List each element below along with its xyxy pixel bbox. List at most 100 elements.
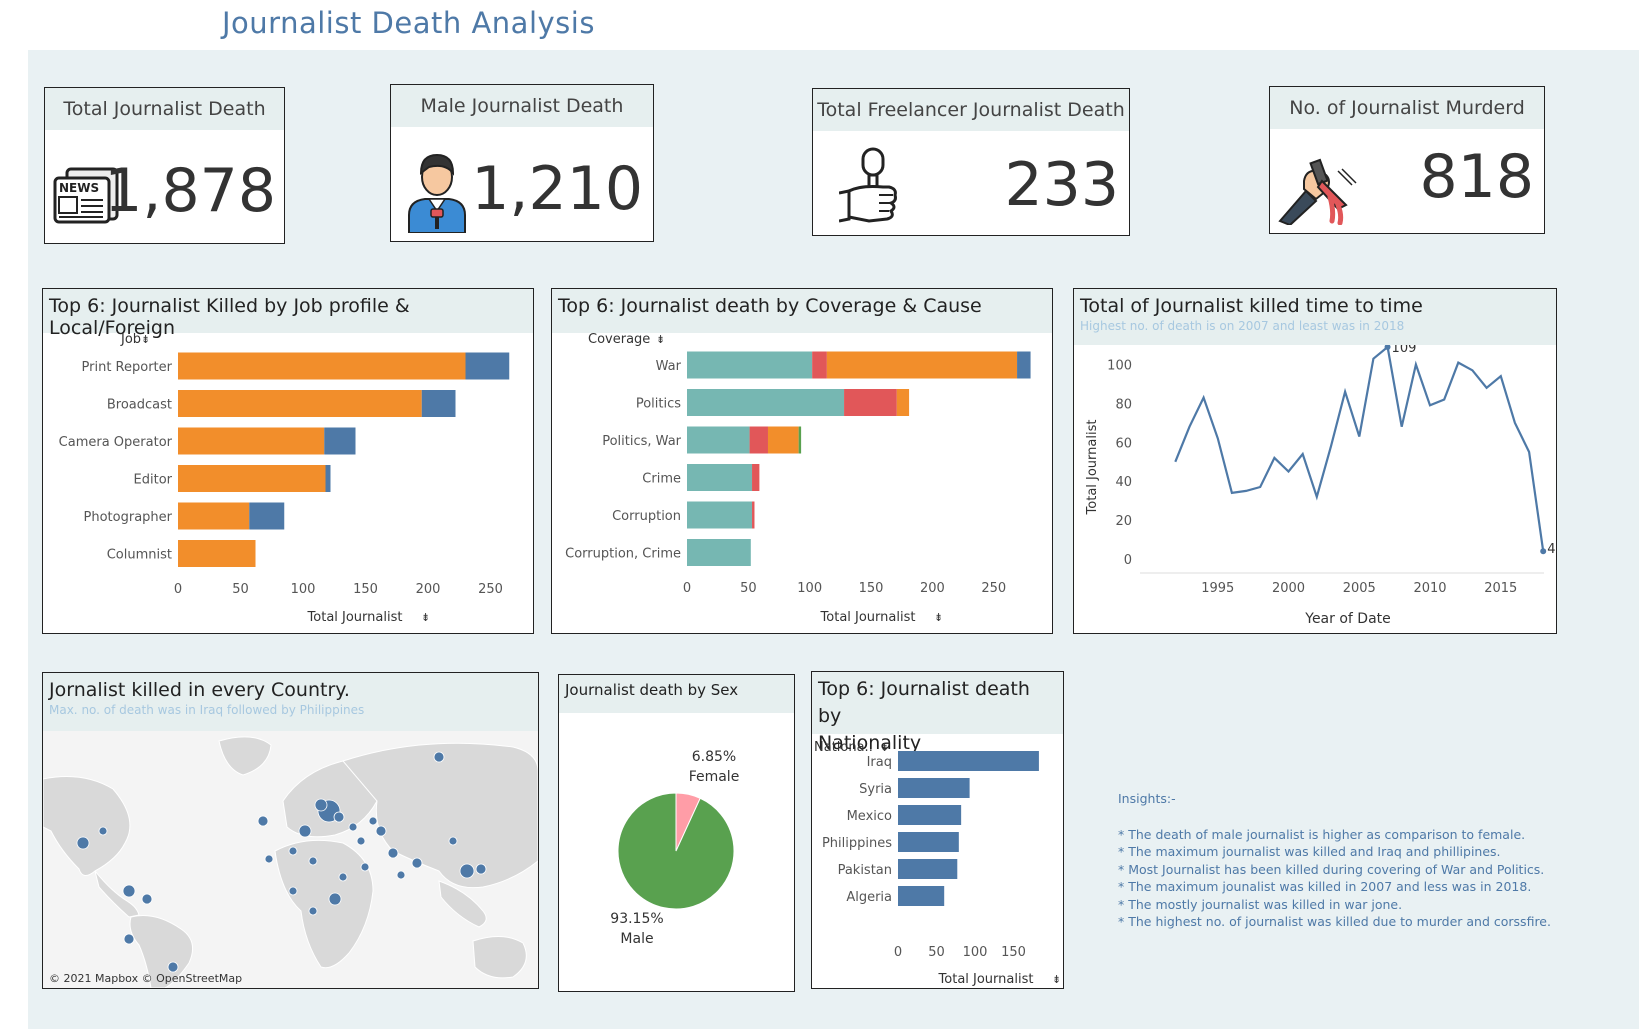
map-marker [98, 826, 108, 836]
insight-line: * The highest no. of journalist was kill… [1118, 914, 1551, 929]
time-xlabel: Year of Date [1304, 611, 1391, 627]
sort-icon[interactable]: ⇟ [421, 611, 430, 624]
kpi-label: No. of Journalist Murderd [1270, 87, 1544, 129]
male-pct: 93.15% [610, 911, 663, 927]
y-tick: 20 [1115, 514, 1132, 529]
kpi-male-deaths[interactable]: Male Journalist Death 1,210 [390, 84, 654, 242]
time-chart[interactable]: Total Journalist Year of Date 0 20 40 60 80 1… [1074, 345, 1556, 633]
svg-text:NEWS: NEWS [59, 181, 99, 195]
map-marker [298, 824, 312, 838]
x-tick: 2015 [1484, 581, 1517, 596]
map-marker [396, 870, 406, 880]
map-marker [475, 863, 487, 875]
axis-tick: 150 [1001, 945, 1026, 960]
sex-pie-chart[interactable]: 6.85% Female 93.15% Male [559, 713, 794, 991]
x-tick: 2010 [1413, 581, 1446, 596]
map-marker [257, 815, 269, 827]
bar-segment [898, 832, 959, 852]
insight-line: * The mostly journalist was killed in wa… [1118, 896, 1403, 912]
sex-chart-panel[interactable]: Journalist death by Sex 6.85% Female 93.… [558, 674, 795, 992]
category-label: Corruption, Crime [565, 547, 681, 562]
bar-segment [465, 352, 510, 380]
map-marker [122, 884, 136, 898]
kpi-label: Total Journalist Death [45, 88, 284, 130]
sort-icon[interactable]: ⇟ [1052, 973, 1061, 986]
bar-segment [898, 805, 962, 825]
axis-tick: 100 [291, 582, 316, 597]
job-chart-panel[interactable]: Top 6: Journalist Killed by Job profile … [42, 288, 534, 634]
min-label: 4 [1547, 542, 1555, 557]
kpi-total-deaths[interactable]: Total Journalist Death NEWS 1,878 [44, 87, 285, 244]
map-marker [328, 892, 342, 906]
coverage-chart-title: Top 6: Journalist death by Coverage & Ca… [552, 289, 1052, 333]
job-xlabel: Total Journalist [307, 610, 403, 625]
axis-tick: 0 [683, 581, 691, 596]
insight-line: * The maximum journalist was killed and … [1118, 844, 1501, 859]
map-marker [308, 856, 318, 866]
axis-tick: 0 [894, 945, 902, 960]
time-chart-panel[interactable]: Total of Journalist killed time to time … [1073, 288, 1557, 634]
coverage-chart-panel[interactable]: Top 6: Journalist death by Coverage & Ca… [551, 288, 1053, 634]
bar-segment [844, 389, 897, 416]
y-tick: 80 [1115, 397, 1132, 412]
bar-segment [687, 389, 845, 416]
bar-segment [898, 778, 970, 798]
job-chart-title: Top 6: Journalist Killed by Job profile … [43, 289, 533, 339]
category-label: Iraq [867, 755, 892, 770]
job-chart[interactable]: Job ⇟ Print Reporter Broadcast Camera Oper… [43, 333, 533, 633]
map-credit: © 2021 Mapbox © OpenStreetMap [49, 972, 242, 985]
australia-shape [472, 936, 527, 979]
map-marker [387, 847, 399, 859]
nationality-chart[interactable]: Nationa.. ⇟ Iraq Syria Mexico Philippines Pa… [812, 734, 1063, 988]
map-marker [76, 836, 90, 850]
map-marker [338, 872, 348, 882]
job-dim-label: Job [120, 333, 141, 347]
coverage-dim-label: Coverage [588, 333, 650, 347]
nationality-dim-label: Nationa.. [814, 740, 873, 755]
bar-segment [178, 540, 256, 567]
bar-segment [752, 501, 755, 529]
bar-segment [687, 426, 750, 454]
nationality-chart-panel[interactable]: Top 6: Journalist death by Nationality N… [811, 671, 1064, 989]
sex-chart-title: Journalist death by Sex [559, 675, 794, 713]
bar-segment [178, 427, 325, 455]
category-label: War [656, 359, 682, 374]
map-marker [411, 857, 423, 869]
sort-icon[interactable]: ⇟ [880, 741, 889, 754]
country-map-panel[interactable]: Jornalist killed in every Country. Max. … [42, 672, 539, 989]
insight-line: * The maximum jounalist was killed in 20… [1118, 879, 1532, 894]
category-label: Crime [642, 472, 681, 487]
microphone-hand-icon [838, 147, 901, 233]
world-map[interactable]: © 2021 Mapbox © OpenStreetMap [43, 731, 538, 988]
kpi-murdered[interactable]: No. of Journalist Murderd 818 [1269, 86, 1545, 234]
min-point [1540, 548, 1547, 555]
sort-icon[interactable]: ⇟ [934, 611, 943, 624]
sort-icon[interactable]: ⇟ [141, 333, 150, 346]
bar-segment [1017, 351, 1031, 379]
sort-icon[interactable]: ⇟ [656, 333, 665, 346]
asia-shape [342, 742, 538, 889]
bar-segment [687, 539, 751, 566]
bar-segment [178, 390, 422, 417]
kpi-freelancer-deaths[interactable]: Total Freelancer Journalist Death 233 [812, 88, 1130, 236]
bar-segment [421, 390, 456, 417]
category-label: Philippines [822, 836, 892, 851]
map-marker [448, 836, 458, 846]
x-tick: 2005 [1343, 581, 1376, 596]
map-marker [433, 751, 445, 763]
series-line [1174, 345, 1545, 552]
category-label: Camera Operator [59, 435, 173, 450]
reporter-icon [405, 149, 469, 237]
bar-segment [749, 426, 768, 454]
map-marker [356, 836, 366, 846]
bar-segment [898, 859, 958, 879]
time-chart-title: Total of Journalist killed time to time [1080, 295, 1423, 317]
map-marker [314, 798, 328, 812]
bar-segment [812, 351, 827, 379]
bar-segment [178, 352, 466, 380]
map-marker [308, 906, 318, 916]
bar-segment [896, 389, 910, 416]
max-label: 109 [1392, 345, 1417, 356]
greenland-shape [218, 736, 272, 776]
coverage-chart[interactable]: Coverage ⇟ War Politics Politics, War Crime… [552, 333, 1052, 633]
